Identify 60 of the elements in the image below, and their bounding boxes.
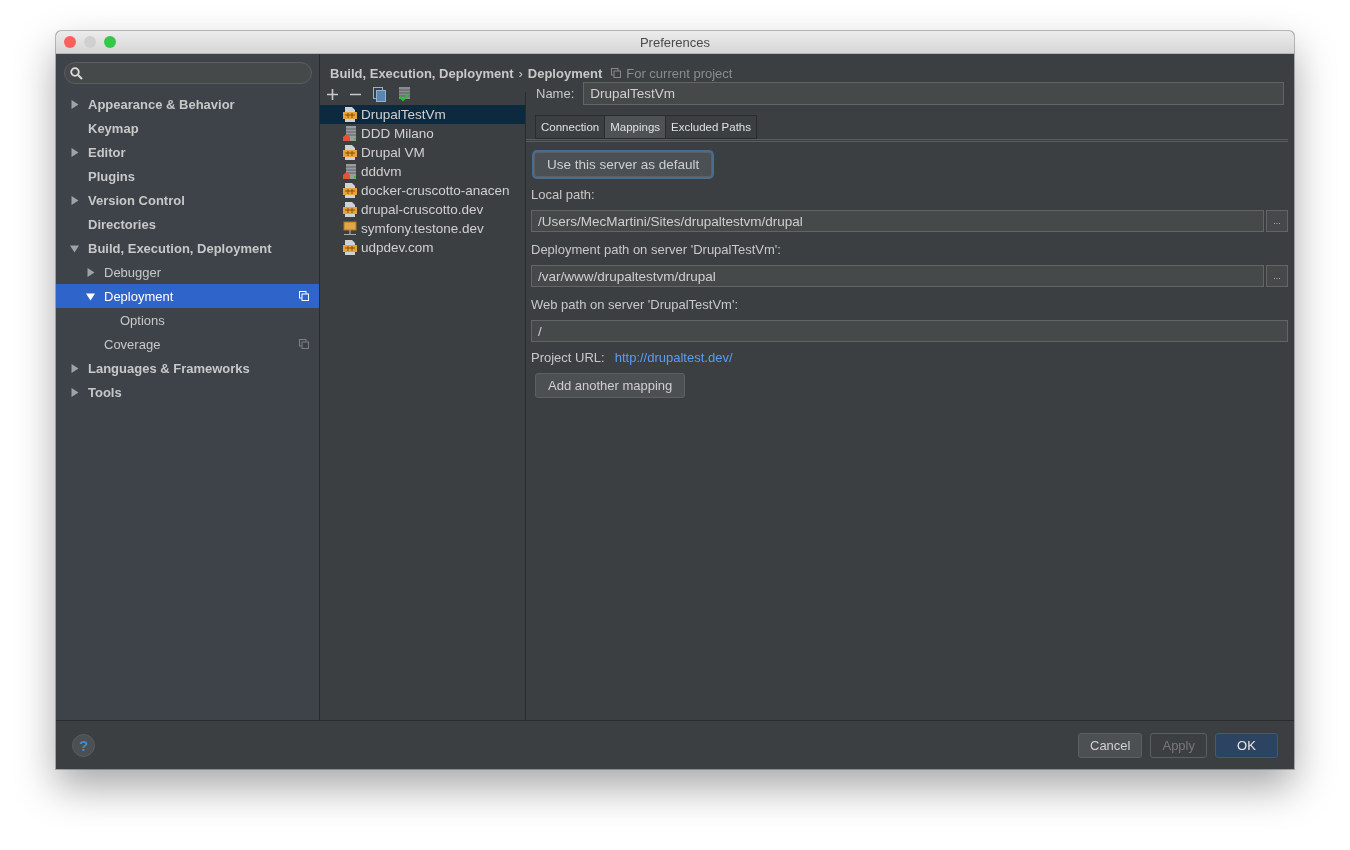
breadcrumb-separator: › xyxy=(518,65,523,81)
close-button[interactable] xyxy=(64,36,76,48)
settings-tree-item[interactable]: Deployment xyxy=(56,284,319,308)
collapsed-arrow-icon[interactable] xyxy=(70,363,79,373)
dialog-button[interactable]: Cancel xyxy=(1078,732,1143,758)
server-check-icon[interactable] xyxy=(398,86,411,102)
settings-tree-item[interactable]: Version Control xyxy=(56,188,319,212)
server-list-item[interactable]: Drupal VM xyxy=(320,143,525,162)
tab[interactable]: Connection xyxy=(535,115,605,139)
settings-tree-item[interactable]: Editor xyxy=(56,140,319,164)
settings-tree-item[interactable]: Debugger xyxy=(56,260,319,284)
settings-tree-item[interactable]: Directories xyxy=(56,212,319,236)
field-label: Deployment path on server 'DrupalTestVm': xyxy=(531,242,782,257)
server-list-item[interactable]: symfony.testone.dev xyxy=(320,219,525,238)
tab[interactable]: Mappings xyxy=(604,115,666,139)
settings-tree-item[interactable]: Languages & Frameworks xyxy=(56,356,319,380)
settings-tree-item[interactable]: Plugins xyxy=(56,164,319,188)
settings-tree-item[interactable]: Options xyxy=(56,308,319,332)
dialog-button[interactable]: OK xyxy=(1215,732,1278,758)
settings-tree-item[interactable]: Coverage xyxy=(56,332,319,356)
search-field[interactable] xyxy=(64,62,312,84)
scope-label: For current project xyxy=(626,65,733,81)
breadcrumb-parent: Build, Execution, Deployment xyxy=(330,65,514,81)
name-field[interactable]: DrupalTestVm xyxy=(583,82,1284,105)
project-url-label: Project URL: xyxy=(531,350,605,365)
field-label: Local path: xyxy=(531,187,596,202)
server-list-item[interactable]: DDD Milano xyxy=(320,124,525,143)
server-list-item[interactable]: dddvm xyxy=(320,162,525,181)
server-list-item[interactable]: drupal-cruscotto.dev xyxy=(320,200,525,219)
add-mapping-button[interactable]: Add another mapping xyxy=(535,373,686,398)
settings-tree-item[interactable]: Tools xyxy=(56,380,319,404)
window-title: Preferences xyxy=(639,34,711,50)
browse-button[interactable]: ... xyxy=(1266,210,1288,232)
field-label: Web path on server 'DrupalTestVm': xyxy=(531,297,740,312)
copy-icon[interactable] xyxy=(373,86,386,102)
settings-tree-item[interactable]: Keymap xyxy=(56,116,319,140)
copy-icon xyxy=(611,68,622,78)
server-list-item[interactable]: udpdev.com xyxy=(320,238,525,257)
browse-button[interactable]: ... xyxy=(1266,265,1288,287)
expanded-arrow-icon[interactable] xyxy=(70,243,79,253)
expanded-arrow-icon[interactable] xyxy=(86,291,95,301)
collapsed-arrow-icon[interactable] xyxy=(70,147,79,157)
collapsed-arrow-icon[interactable] xyxy=(86,267,95,277)
server-list-item[interactable]: docker-cruscotto-anacen xyxy=(320,181,525,200)
name-label: Name: xyxy=(536,86,575,101)
collapsed-arrow-icon[interactable] xyxy=(70,99,79,109)
path-field[interactable]: / xyxy=(531,320,1288,342)
collapsed-arrow-icon[interactable] xyxy=(70,387,79,397)
path-field[interactable]: /var/www/drupaltestvm/drupal xyxy=(531,265,1264,287)
settings-tree-item[interactable]: Appearance & Behavior xyxy=(56,92,319,116)
path-field[interactable]: /Users/MecMartini/Sites/drupaltestvm/drupal xyxy=(531,210,1264,232)
add-icon[interactable] xyxy=(327,88,338,100)
settings-tree-item[interactable]: Build, Execution, Deployment xyxy=(56,236,319,260)
use-as-default-button[interactable]: Use this server as default xyxy=(534,152,713,177)
tab[interactable]: Excluded Paths xyxy=(665,115,757,139)
server-list-item[interactable]: DrupalTestVm xyxy=(320,105,525,124)
breadcrumb-current: Deployment xyxy=(527,65,603,81)
project-url-link[interactable]: http://drupaltest.dev/ xyxy=(614,350,733,365)
collapsed-arrow-icon[interactable] xyxy=(70,195,79,205)
search-icon xyxy=(70,66,83,80)
